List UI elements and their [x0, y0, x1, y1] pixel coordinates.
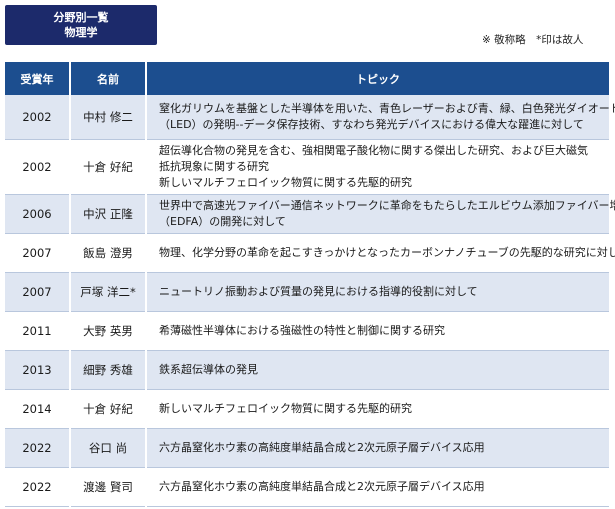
cell-topic: 六方晶窒化ホウ素の高純度単結晶合成と2次元原子層デバイス応用 [146, 467, 609, 507]
page-title: 分野別一覧 [53, 11, 109, 24]
table-row: 2014 十倉 好紀 新しいマルチフェロイック物質に関する先駆的研究 [5, 389, 609, 429]
column-header-name: 名前 [70, 62, 147, 95]
topic-line: （EDFA）の開発に対して [159, 214, 286, 228]
topic-line: 抵抗現象に関する研究 [159, 159, 269, 173]
cell-year: 2022 [5, 428, 71, 468]
table-row: 2011 大野 英男 希薄磁性半導体における強磁性の特性と制御に関する研究 [5, 311, 609, 351]
topic-line: 六方晶窒化ホウ素の高純度単結晶合成と2次元原子層デバイス応用 [159, 440, 485, 454]
cell-name: 細野 秀雄 [70, 350, 147, 390]
cell-name: 十倉 好紀 [70, 139, 147, 195]
cell-name: 戸塚 洋二* [70, 272, 147, 312]
topic-line: 窒化ガリウムを基盤とした半導体を用いた、青色レーザーおよび青、緑、白色発光ダイオ… [159, 101, 615, 115]
table-row: 2007 飯島 澄男 物理、化学分野の革命を起こすきっかけとなったカーボンナノチュー… [5, 233, 615, 273]
cell-name: 飯島 澄男 [70, 233, 147, 273]
table-row: 2002 十倉 好紀 超伝導化合物の発見を含む、強相関電子酸化物に関する傑出した研究… [5, 139, 609, 195]
topic-line: 世界中で高速光ファイバー通信ネットワークに革命をもたらしたエルビウム添加ファイバ… [159, 198, 615, 212]
table-header-row: 受賞年 名前 トピック [5, 62, 609, 95]
cell-year: 2007 [5, 233, 71, 273]
cell-topic: 鉄系超伝導体の発見 [146, 350, 609, 390]
cell-topic: 六方晶窒化ホウ素の高純度単結晶合成と2次元原子層デバイス応用 [146, 428, 609, 468]
cell-topic: 超伝導化合物の発見を含む、強相関電子酸化物に関する傑出した研究、および巨大磁気抵… [146, 139, 609, 195]
cell-year: 2013 [5, 350, 71, 390]
table-row: 2022 谷口 尚六方晶窒化ホウ素の高純度単結晶合成と2次元原子層デバイス応用 [5, 428, 609, 468]
cell-name: 中村 修二 [70, 95, 147, 140]
table-row: 2013 細野 秀雄 鉄系超伝導体の発見 [5, 350, 609, 390]
cell-name: 十倉 好紀 [70, 389, 147, 429]
awards-table: 受賞年 名前 トピック 2002 中村 修二 窒化ガリウムを基盤とした半導体を用いた… [5, 62, 615, 507]
cell-name: 中沢 正隆 [70, 194, 147, 234]
topic-line: ニュートリノ振動および質量の発見における指導的役割に対して [159, 284, 478, 298]
page-title-box: 分野別一覧 物理学 [5, 5, 157, 45]
table-row: 2006 中沢 正隆 世界中で高速光ファイバー通信ネットワークに革命をもたらしたエル… [5, 194, 615, 234]
table-row: 2007 戸塚 洋二* ニュートリノ振動および質量の発見における指導的役割に対して [5, 272, 609, 312]
topic-line: （LED）の発明--データ保存技術、すなわち発光デバイスにおける偉大な躍進に対し… [159, 117, 584, 131]
cell-topic: ニュートリノ振動および質量の発見における指導的役割に対して [146, 272, 609, 312]
cell-year: 2002 [5, 95, 71, 140]
cell-topic: 物理、化学分野の革命を起こすきっかけとなったカーボンナノチューブの先駆的な研究に… [146, 233, 615, 273]
cell-name: 谷口 尚 [70, 428, 147, 468]
page-subtitle: 物理学 [64, 26, 98, 39]
cell-year: 2011 [5, 311, 71, 351]
topic-line: 新しいマルチフェロイック物質に関する先駆的研究 [159, 401, 412, 415]
cell-year: 2007 [5, 272, 71, 312]
cell-topic: 希薄磁性半導体における強磁性の特性と制御に関する研究 [146, 311, 609, 351]
column-header-year: 受賞年 [5, 62, 71, 95]
cell-year: 2006 [5, 194, 71, 234]
cell-topic: 窒化ガリウムを基盤とした半導体を用いた、青色レーザーおよび青、緑、白色発光ダイオ… [146, 95, 615, 140]
topic-line: 物理、化学分野の革命を起こすきっかけとなったカーボンナノチューブの先駆的な研究に… [159, 245, 615, 259]
table-row: 2022 渡邊 賢司 六方晶窒化ホウ素の高純度単結晶合成と2次元原子層デバイス応用 [5, 467, 609, 507]
topic-line: 新しいマルチフェロイック物質に関する先駆的研究 [159, 175, 412, 189]
cell-name: 大野 英男 [70, 311, 147, 351]
cell-year: 2022 [5, 467, 71, 507]
cell-year: 2002 [5, 139, 71, 195]
topic-line: 鉄系超伝導体の発見 [159, 362, 258, 376]
cell-name: 渡邊 賢司 [70, 467, 147, 507]
footnote-legend: ※ 敬称略 *印は故人 [482, 34, 584, 46]
cell-topic: 世界中で高速光ファイバー通信ネットワークに革命をもたらしたエルビウム添加ファイバ… [146, 194, 615, 234]
topic-line: 希薄磁性半導体における強磁性の特性と制御に関する研究 [159, 323, 445, 337]
column-header-topic: トピック [146, 62, 609, 95]
table-row: 2002 中村 修二 窒化ガリウムを基盤とした半導体を用いた、青色レーザーおよび青、… [5, 95, 615, 140]
cell-topic: 新しいマルチフェロイック物質に関する先駆的研究 [146, 389, 609, 429]
cell-year: 2014 [5, 389, 71, 429]
topic-line: 六方晶窒化ホウ素の高純度単結晶合成と2次元原子層デバイス応用 [159, 479, 485, 493]
topic-line: 超伝導化合物の発見を含む、強相関電子酸化物に関する傑出した研究、および巨大磁気 [159, 143, 588, 157]
